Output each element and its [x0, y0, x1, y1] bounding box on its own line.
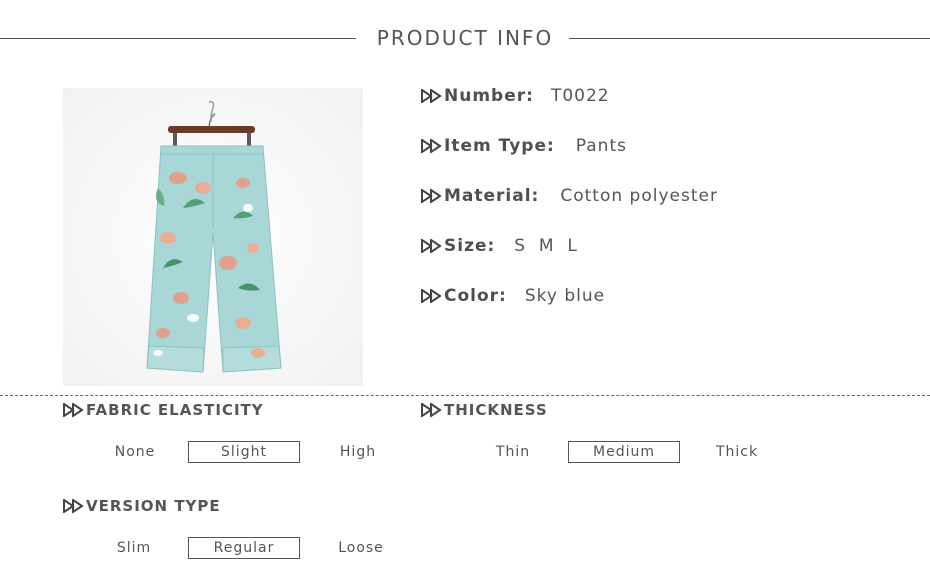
info-row-item-type: Item Type: Pants: [421, 134, 627, 158]
thickness-option-thick: Thick: [715, 444, 759, 460]
double-arrow-icon: [421, 403, 442, 417]
elasticity-option-high: High: [339, 444, 377, 460]
elasticity-option-none: None: [114, 444, 156, 460]
double-arrow-icon: [421, 239, 442, 253]
version-option-regular: Regular: [188, 537, 300, 559]
info-row-size: Size: S M L: [421, 234, 578, 258]
info-label: Item Type:: [444, 136, 555, 156]
thickness-option-thin: Thin: [495, 444, 531, 460]
info-label: Color:: [444, 286, 507, 306]
double-arrow-icon: [63, 403, 84, 417]
double-arrow-icon: [421, 289, 442, 303]
info-row-color: Color: Sky blue: [421, 284, 605, 308]
double-arrow-icon: [421, 89, 442, 103]
thickness-option-medium: Medium: [568, 441, 680, 463]
fabric-elasticity-heading: FABRIC ELASTICITY: [63, 400, 264, 420]
info-value: Cotton polyester: [560, 186, 718, 206]
header-rule-right: [569, 38, 930, 39]
section-title-label: FABRIC ELASTICITY: [86, 401, 264, 419]
product-photo: [63, 88, 363, 386]
info-value: T0022: [550, 86, 610, 106]
info-value: S M L: [514, 236, 578, 256]
info-label: Size:: [444, 236, 496, 256]
info-value: Pants: [575, 136, 627, 156]
info-label: Material:: [444, 186, 540, 206]
version-option-loose: Loose: [338, 540, 384, 556]
version-option-slim: Slim: [116, 540, 152, 556]
double-arrow-icon: [421, 189, 442, 203]
thickness-heading: THICKNESS: [421, 400, 548, 420]
version-type-heading: VERSION TYPE: [63, 496, 221, 516]
section-title-label: VERSION TYPE: [86, 497, 221, 515]
double-arrow-icon: [421, 139, 442, 153]
section-divider: [0, 395, 930, 396]
info-value: Sky blue: [524, 286, 606, 306]
info-row-number: Number: T0022: [421, 84, 610, 108]
section-title-label: THICKNESS: [444, 401, 548, 419]
info-label: Number:: [444, 86, 534, 106]
elasticity-option-slight: Slight: [188, 441, 300, 463]
double-arrow-icon: [63, 499, 84, 513]
info-row-material: Material: Cotton polyester: [421, 184, 718, 208]
